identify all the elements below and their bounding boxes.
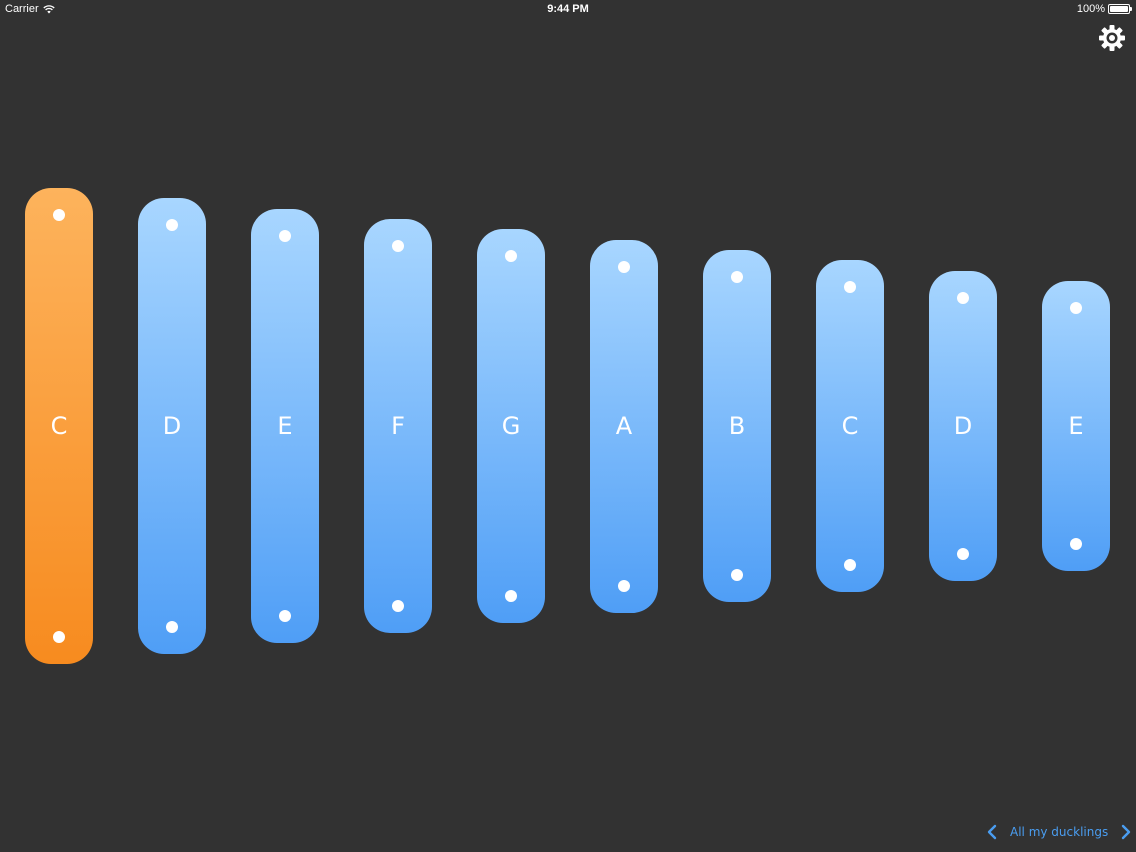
key-label: G: [501, 412, 521, 440]
song-navigation: All my ducklings: [984, 822, 1134, 842]
bar-nail-top: [844, 281, 856, 293]
bar-nail-bottom: [957, 548, 969, 560]
key-label: E: [1068, 412, 1084, 440]
chevron-right-icon[interactable]: [1118, 823, 1134, 841]
battery-percent: 100%: [1076, 3, 1105, 15]
key-label: F: [391, 412, 405, 440]
bar-nail-top: [957, 292, 969, 304]
bar-nail-bottom: [53, 631, 65, 643]
status-bar: Carrier 9:44 PM 100%: [0, 0, 1136, 18]
xylophone-key-e-high[interactable]: E: [1042, 281, 1110, 571]
xylophone-key-a[interactable]: A: [590, 240, 658, 613]
key-label: A: [615, 412, 633, 440]
gear-icon: [1099, 25, 1125, 51]
xylophone-key-c-high[interactable]: C: [816, 260, 884, 592]
bar-nail-top: [53, 209, 65, 221]
bar-nail-bottom: [844, 559, 856, 571]
key-label: C: [50, 412, 68, 440]
bar-nail-top: [618, 261, 630, 273]
bar-nail-bottom: [279, 610, 291, 622]
chevron-left-icon[interactable]: [984, 823, 1000, 841]
xylophone-key-d-high[interactable]: D: [929, 271, 997, 581]
bar-nail-top: [1070, 302, 1082, 314]
bar-nail-bottom: [505, 590, 517, 602]
bar-nail-bottom: [392, 600, 404, 612]
bar-nail-top: [166, 219, 178, 231]
key-label: B: [728, 412, 746, 440]
battery-icon: [1108, 4, 1132, 14]
bar-nail-top: [731, 271, 743, 283]
status-right: 100%: [1076, 3, 1132, 15]
song-title[interactable]: All my ducklings: [1010, 825, 1108, 839]
battery-fill: [1110, 6, 1128, 12]
xylophone-key-c-low[interactable]: C: [25, 188, 93, 664]
settings-button[interactable]: [1096, 22, 1128, 54]
app-screen: Carrier 9:44 PM 100% C D E F G A B C D E…: [0, 0, 1136, 852]
key-label: C: [841, 412, 859, 440]
xylophone-key-f[interactable]: F: [364, 219, 432, 633]
xylophone-key-d-low[interactable]: D: [138, 198, 206, 654]
bar-nail-bottom: [1070, 538, 1082, 550]
bar-nail-bottom: [166, 621, 178, 633]
status-time: 9:44 PM: [547, 3, 589, 15]
bar-nail-top: [505, 250, 517, 262]
bar-nail-top: [279, 230, 291, 242]
bar-nail-bottom: [731, 569, 743, 581]
key-label: E: [277, 412, 293, 440]
xylophone-key-b[interactable]: B: [703, 250, 771, 602]
xylophone-key-g[interactable]: G: [477, 229, 545, 623]
bar-nail-bottom: [618, 580, 630, 592]
xylophone-key-e-low[interactable]: E: [251, 209, 319, 643]
key-label: D: [953, 412, 973, 440]
bar-nail-top: [392, 240, 404, 252]
key-label: D: [162, 412, 182, 440]
